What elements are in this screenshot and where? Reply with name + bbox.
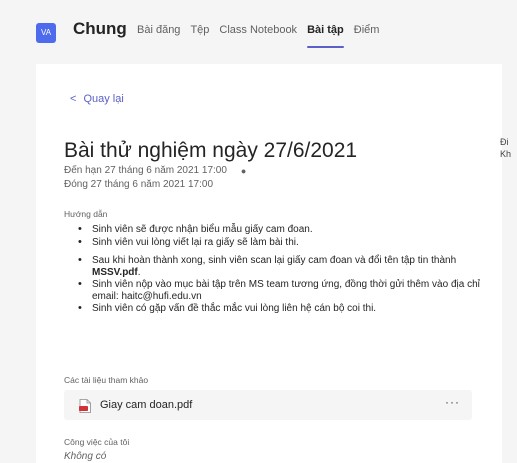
my-work-label: Công việc của tôi (64, 437, 130, 447)
references-label: Các tài liệu tham khảo (64, 375, 149, 385)
instructions-label: Hướng dẫn (64, 209, 108, 219)
tab-files[interactable]: Tệp (190, 24, 209, 36)
instruction-text: Sau khi hoàn thành xong, sinh viên scan … (92, 255, 457, 266)
side-panel-labels: Đi Kh (500, 136, 511, 160)
pdf-file-icon (79, 399, 91, 413)
back-button[interactable]: < Quay lại (70, 93, 124, 105)
channel-tabs: Bài đăng Tệp Class Notebook Bài tập Điểm (137, 24, 389, 48)
chevron-left-icon: < (70, 93, 77, 105)
tab-assignments[interactable]: Bài tập (307, 24, 344, 48)
my-work-value: Không có (64, 451, 107, 462)
tab-class-notebook[interactable]: Class Notebook (219, 24, 297, 36)
instruction-item: Sinh viên vui lòng viết lại ra giấy sẽ l… (78, 237, 488, 249)
status-dot-icon: ● (240, 165, 247, 176)
close-date: Đóng 27 tháng 6 năm 2021 17:00 (64, 179, 214, 190)
assignment-title: Bài thử nghiệm ngày 27/6/2021 (64, 139, 358, 162)
due-date: Đến hạn 27 tháng 6 năm 2021 17:00 ● (64, 165, 246, 176)
file-name: Giay cam doan.pdf (100, 399, 193, 411)
channel-name: Chung (73, 19, 127, 38)
instruction-punctuation: . (137, 266, 141, 278)
side-panel-line2: Kh (500, 149, 512, 159)
tab-posts[interactable]: Bài đăng (137, 24, 180, 36)
instruction-item: Sau khi hoàn thành xong, sinh viên scan … (78, 255, 488, 278)
due-date-text: Đến hạn 27 tháng 6 năm 2021 17:00 (64, 165, 227, 176)
team-avatar[interactable]: VA (36, 23, 56, 43)
back-label: Quay lại (83, 93, 124, 105)
more-options-icon[interactable]: ··· (445, 395, 460, 409)
tab-grades[interactable]: Điểm (354, 24, 380, 36)
side-panel-line1: Đi (500, 137, 509, 147)
instructions-list: Sinh viên sẽ được nhận biểu mẫu giấy cam… (78, 224, 488, 316)
reference-file[interactable]: Giay cam doan.pdf ··· (64, 390, 472, 420)
instruction-item: Sinh viên nộp vào mục bài tập trên MS te… (78, 279, 488, 302)
instruction-item: Sinh viên có gặp vấn đề thắc mắc vui lòn… (78, 303, 488, 315)
instruction-filename: MSSV.pdf (92, 266, 138, 278)
team-header: VA Chung Bài đăng Tệp Class Notebook Bài… (0, 0, 517, 60)
instruction-item: Sinh viên sẽ được nhận biểu mẫu giấy cam… (78, 224, 488, 236)
